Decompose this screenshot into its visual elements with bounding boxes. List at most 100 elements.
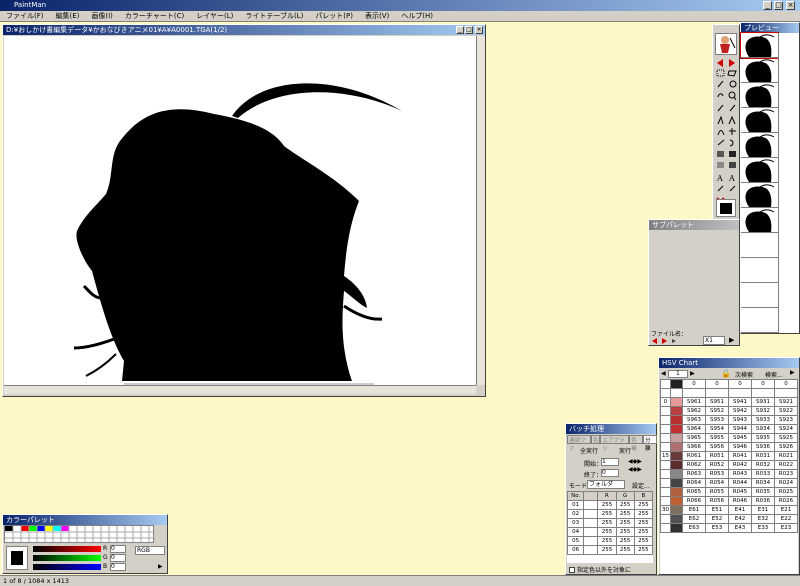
- batch-color-swatch[interactable]: [583, 509, 599, 519]
- hsv-cell[interactable]: S926: [774, 442, 798, 452]
- hsv-row[interactable]: R064 R054 R044 R034 R024: [660, 478, 798, 488]
- hsv-cell[interactable]: R025: [774, 487, 798, 497]
- preview-frame[interactable]: [741, 258, 778, 283]
- hsv-cell[interactable]: S934: [751, 424, 775, 434]
- preview-frame[interactable]: 5: [741, 133, 784, 158]
- hsv-row[interactable]: 30 E61 E51 E41 E31 E21: [660, 505, 798, 515]
- batch-color-swatch[interactable]: [583, 545, 599, 555]
- hsv-cell[interactable]: S951: [705, 397, 729, 407]
- hsv-cell[interactable]: R033: [751, 469, 775, 479]
- hsv-cell[interactable]: S953: [705, 415, 729, 425]
- hsv-cell[interactable]: S924: [774, 424, 798, 434]
- batch-run-all-button[interactable]: 全実行: [580, 446, 598, 455]
- preview-frame[interactable]: 7: [741, 183, 784, 208]
- hsv-cell[interactable]: S932: [751, 406, 775, 416]
- hsv-cell[interactable]: S936: [751, 442, 775, 452]
- hsv-cell[interactable]: S964: [682, 424, 706, 434]
- hsv-row-swatch[interactable]: [670, 478, 683, 488]
- close-button[interactable]: ×: [786, 1, 795, 10]
- hsv-cell[interactable]: E63: [682, 523, 706, 533]
- hsv-cell[interactable]: R056: [705, 496, 729, 506]
- canvas-horizontal-scrollbar[interactable]: [4, 385, 476, 394]
- preview-frame[interactable]: 1: [740, 32, 784, 59]
- hsv-cell[interactable]: R051: [705, 451, 729, 461]
- palette-next-icon[interactable]: ▶: [158, 563, 163, 570]
- hsv-cell[interactable]: [774, 388, 798, 398]
- hsv-cell[interactable]: R062: [682, 460, 706, 470]
- hsv-row[interactable]: S966 S956 S946 S936 S926: [660, 442, 798, 452]
- batch-row[interactable]: 05 255 255 255: [566, 536, 654, 546]
- minimize-button[interactable]: _: [763, 1, 772, 10]
- hsv-cell[interactable]: E52: [705, 514, 729, 524]
- green-slider[interactable]: [33, 555, 101, 561]
- batch-tab-color-correction[interactable]: 色補: [629, 435, 644, 452]
- hsv-row[interactable]: S963 S953 S943 S933 S923: [660, 415, 798, 425]
- batch-start-input[interactable]: 1: [601, 458, 619, 466]
- hsv-cell[interactable]: E53: [705, 523, 729, 533]
- menu-help[interactable]: ヘルプ(H): [395, 11, 439, 21]
- hsv-cell[interactable]: E41: [728, 505, 752, 515]
- batch-tabs[interactable]: 連続ファ 色 エアブラシ 色補 分離: [567, 435, 657, 452]
- hsv-cell[interactable]: S942: [728, 406, 752, 416]
- hsv-cell[interactable]: [751, 388, 775, 398]
- hsv-row[interactable]: S964 S954 S944 S934 S924: [660, 424, 798, 434]
- hsv-cell[interactable]: R031: [751, 451, 775, 461]
- hsv-cell[interactable]: R043: [728, 469, 752, 479]
- hsv-cell[interactable]: S963: [682, 415, 706, 425]
- hsv-cell[interactable]: [728, 388, 752, 398]
- drawing-canvas[interactable]: [4, 36, 476, 385]
- hsv-cell[interactable]: S941: [728, 397, 752, 407]
- menu-view[interactable]: 表示(V): [359, 11, 395, 21]
- preview-frame[interactable]: [741, 233, 778, 258]
- batch-color-swatch[interactable]: [583, 536, 599, 546]
- hsv-cell[interactable]: R021: [774, 451, 798, 461]
- hsv-row-swatch[interactable]: [670, 424, 683, 434]
- batch-row[interactable]: 02 255 255 255: [566, 509, 654, 519]
- color-swatch-grid[interactable]: [4, 525, 155, 544]
- hsv-row-swatch[interactable]: [670, 523, 683, 533]
- hsv-cell[interactable]: S952: [705, 406, 729, 416]
- hsv-page-input[interactable]: 1: [667, 370, 688, 378]
- batch-arrow-buttons[interactable]: ◀◆▶ ◀◆▶: [628, 458, 642, 474]
- hsv-row[interactable]: 15 R061 R051 R041 R031 R021: [660, 451, 798, 461]
- red-slider[interactable]: [33, 546, 101, 552]
- preview-frame-list[interactable]: 12345678: [740, 32, 784, 333]
- batch-end-input[interactable]: 0: [601, 469, 619, 477]
- batch-row[interactable]: 01 255 255 255: [566, 500, 654, 510]
- hsv-cell[interactable]: E51: [705, 505, 729, 515]
- hsv-row-swatch[interactable]: [670, 406, 683, 416]
- hsv-cell[interactable]: R052: [705, 460, 729, 470]
- hsv-cell[interactable]: 0: [728, 379, 752, 389]
- batch-row[interactable]: 04 255 255 255: [566, 527, 654, 537]
- batch-row[interactable]: 06 255 255 255: [566, 545, 654, 555]
- hsv-row[interactable]: R063 R053 R043 R033 R023: [660, 469, 798, 479]
- hsv-cell[interactable]: S921: [774, 397, 798, 407]
- hsv-cell[interactable]: S956: [705, 442, 729, 452]
- preview-frame[interactable]: 2: [741, 58, 784, 83]
- hsv-row-swatch[interactable]: [670, 397, 683, 407]
- hsv-cell[interactable]: R041: [728, 451, 752, 461]
- hsv-cell[interactable]: 0: [705, 379, 729, 389]
- hsv-next-search-button[interactable]: 次検索: [735, 370, 753, 379]
- menu-palette[interactable]: パレット(P): [309, 11, 359, 21]
- hsv-cell[interactable]: R054: [705, 478, 729, 488]
- menu-file[interactable]: ファイル(F): [0, 11, 50, 21]
- hsv-cell[interactable]: S955: [705, 433, 729, 443]
- hsv-row[interactable]: R065 R055 R045 R035 R025: [660, 487, 798, 497]
- hsv-cell[interactable]: S923: [774, 415, 798, 425]
- hsv-row-swatch[interactable]: [670, 505, 683, 515]
- hsv-next-icon[interactable]: ▶: [790, 369, 795, 376]
- hsv-row-swatch[interactable]: [670, 442, 683, 452]
- hsv-cell[interactable]: S962: [682, 406, 706, 416]
- batch-settings-button[interactable]: 設定...: [632, 481, 650, 490]
- hsv-cell[interactable]: R022: [774, 460, 798, 470]
- checkbox-icon[interactable]: [569, 566, 575, 573]
- hsv-cell[interactable]: E23: [774, 523, 798, 533]
- hsv-cell[interactable]: S943: [728, 415, 752, 425]
- canvas-close-button[interactable]: ×: [475, 26, 483, 34]
- menu-layer[interactable]: レイヤー(L): [190, 11, 239, 21]
- batch-tab-sequential[interactable]: 連続ファ: [567, 435, 591, 452]
- hsv-cell[interactable]: S946: [728, 442, 752, 452]
- preview-frame[interactable]: 3: [741, 83, 784, 108]
- hsv-cell[interactable]: 0: [682, 379, 706, 389]
